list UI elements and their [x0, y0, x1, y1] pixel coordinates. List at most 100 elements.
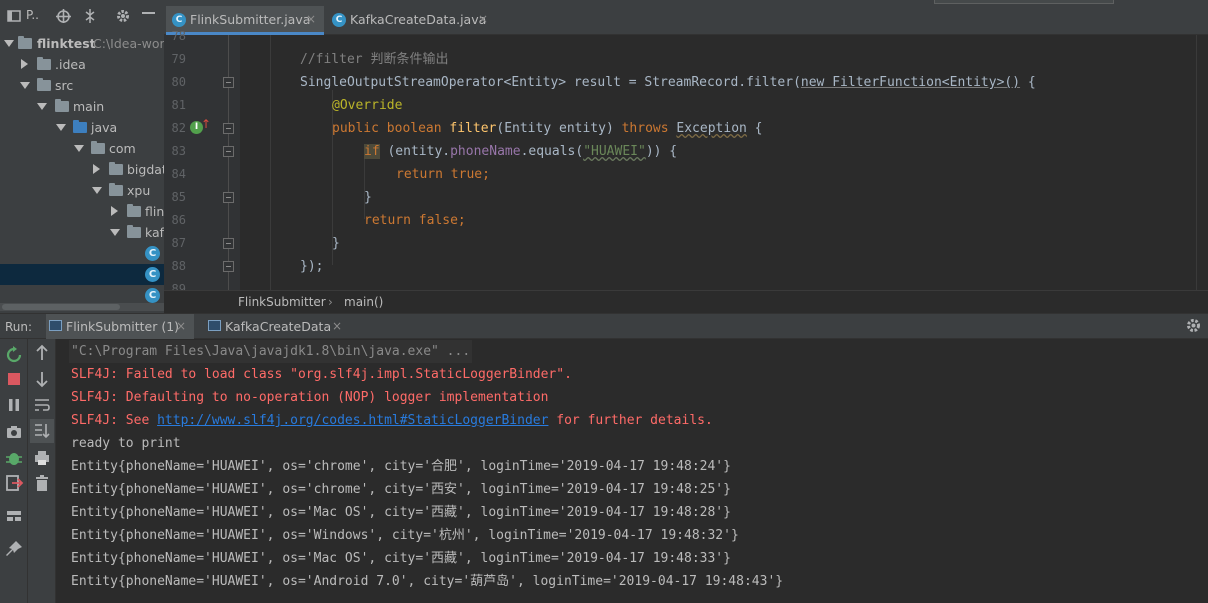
chevron-down-icon[interactable] [4, 40, 14, 47]
code-line-79: //filter 判断条件输出 [300, 48, 448, 71]
console-output-line: Entity{phoneName='HUAWEI', os='Windows',… [71, 528, 739, 543]
chevron-down-icon[interactable] [20, 82, 30, 89]
tab-kafkacreatedata[interactable]: C KafkaCreateData.java × [326, 6, 494, 35]
chevron-down-icon[interactable] [56, 124, 66, 131]
tree-item-path: C:\Idea-wor [93, 36, 164, 51]
java-class-icon: C [145, 267, 160, 282]
tree-item-com[interactable]: com [0, 138, 164, 159]
tree-item-idea[interactable]: .idea [0, 54, 164, 75]
java-class-icon: C [145, 288, 160, 303]
package-icon [127, 204, 141, 217]
fold-marker-icon[interactable] [223, 123, 234, 134]
tree-item-src[interactable]: src [0, 75, 164, 96]
scrollbar-thumb[interactable] [2, 304, 120, 310]
tree-item-main[interactable]: main [0, 96, 164, 117]
chevron-right-icon[interactable] [21, 59, 28, 69]
run-config-icon [49, 320, 62, 331]
code-editor[interactable]: //filter 判断条件输出 SingleOutputStreamOperat… [240, 35, 1196, 290]
code-line-85: } [364, 186, 372, 209]
settings-gear-icon[interactable] [1186, 318, 1201, 333]
run-config-icon [208, 320, 221, 331]
code-text: (Entity entity) [496, 121, 622, 136]
horizontal-scrollbar[interactable] [0, 303, 164, 311]
chevron-down-icon[interactable] [37, 103, 47, 110]
code-text: SingleOutputStreamOperator<Entity> resul… [300, 75, 801, 90]
console-link[interactable]: http://www.slf4j.org/codes.html#StaticLo… [157, 413, 548, 428]
tree-item-label: java [91, 120, 118, 135]
tree-item-flin[interactable]: flin [0, 201, 164, 222]
tree-item-class[interactable]: C [0, 243, 164, 264]
scroll-to-end-toggle[interactable] [30, 419, 54, 443]
close-icon[interactable]: × [478, 6, 488, 33]
console-error-line: SLF4J: See http://www.slf4j.org/codes.ht… [71, 409, 713, 432]
tab-flinksubmitter[interactable]: C FlinkSubmitter.java × [166, 6, 324, 35]
chevron-right-icon: › [328, 295, 333, 309]
locate-icon[interactable] [56, 9, 71, 23]
console-command-line[interactable]: "C:\Program Files\Java\javajdk1.8\bin\ja… [69, 340, 473, 363]
keyword: if [364, 144, 380, 159]
camera-icon[interactable] [4, 422, 24, 442]
console-output[interactable]: "C:\Program Files\Java\javajdk1.8\bin\ja… [56, 339, 1208, 603]
print-icon[interactable] [32, 448, 52, 468]
soft-wrap-icon[interactable] [32, 395, 52, 415]
run-tab-kafkacreatedata[interactable]: KafkaCreateData × [205, 314, 355, 339]
editor-tab-bar: C FlinkSubmitter.java × C KafkaCreateDat… [164, 0, 1208, 35]
run-tab-label: FlinkSubmitter (1) [66, 319, 180, 334]
chevron-down-icon[interactable] [110, 229, 120, 236]
pause-icon[interactable] [4, 395, 24, 415]
fold-marker-icon[interactable] [223, 192, 234, 203]
code-line-81: @Override [332, 94, 402, 117]
tab-label: FlinkSubmitter.java [190, 12, 311, 27]
line-number: 81 [171, 98, 186, 112]
line-number: 87 [171, 236, 186, 250]
run-toolbar-primary [0, 339, 28, 603]
tree-item-label: xpu [127, 183, 151, 198]
layout-icon[interactable] [4, 506, 24, 526]
chevron-right-icon[interactable] [93, 164, 100, 174]
close-icon[interactable]: × [332, 314, 342, 339]
tree-item-java[interactable]: java [0, 117, 164, 138]
fold-marker-icon[interactable] [223, 146, 234, 157]
arrow-down-icon[interactable] [32, 369, 52, 389]
console-output-line: Entity{phoneName='HUAWEI', os='chrome', … [71, 482, 731, 497]
tree-item-bigdat[interactable]: bigdat [0, 159, 164, 180]
trash-icon[interactable] [32, 473, 52, 493]
editor-scrollbar[interactable] [1196, 35, 1208, 290]
tree-item-xpu[interactable]: xpu [0, 180, 164, 201]
stop-icon[interactable] [4, 369, 24, 389]
breadcrumb-item-class[interactable]: FlinkSubmitter [238, 291, 326, 313]
package-icon [109, 183, 123, 196]
minimize-icon[interactable] [142, 12, 155, 26]
fold-marker-icon[interactable] [223, 261, 234, 272]
collapse-all-icon[interactable] [83, 9, 97, 23]
code-line-88: }); [300, 255, 323, 278]
project-view-icon[interactable] [7, 9, 21, 23]
pin-icon[interactable] [4, 539, 24, 559]
gear-icon[interactable] [116, 9, 130, 23]
rerun-icon[interactable] [4, 345, 24, 365]
tree-item-flinktest[interactable]: flinktest C:\Idea-wor [0, 33, 164, 54]
breadcrumb-item-method[interactable]: main() [344, 291, 383, 313]
tree-item-class-selected[interactable]: C [0, 264, 164, 285]
fold-marker-icon[interactable] [223, 238, 234, 249]
navigation-box[interactable] [934, 0, 1114, 4]
project-panel-title[interactable]: P.. [26, 8, 39, 22]
arrow-up-icon[interactable] [32, 343, 52, 363]
fold-marker-icon[interactable] [223, 77, 234, 88]
code-line-86: return false; [364, 209, 466, 232]
console-output-line: Entity{phoneName='HUAWEI', os='Mac OS', … [71, 505, 731, 520]
comment: //filter 判断条件输出 [300, 52, 449, 67]
run-tab-flinksubmitter[interactable]: FlinkSubmitter (1) × [46, 314, 194, 339]
chevron-down-icon[interactable] [92, 187, 102, 194]
exit-icon[interactable] [4, 473, 24, 493]
close-icon[interactable]: × [306, 6, 316, 33]
tree-item-label: bigdat [127, 162, 164, 177]
line-number: 80 [171, 75, 186, 89]
console-output-line: ready to print [71, 436, 181, 451]
chevron-down-icon[interactable] [74, 145, 84, 152]
keyword: return false; [364, 213, 466, 228]
tree-item-kaf[interactable]: kaf [0, 222, 164, 243]
close-icon[interactable]: × [176, 314, 186, 339]
debug-bug-icon[interactable] [4, 448, 24, 468]
chevron-right-icon[interactable] [111, 206, 118, 216]
